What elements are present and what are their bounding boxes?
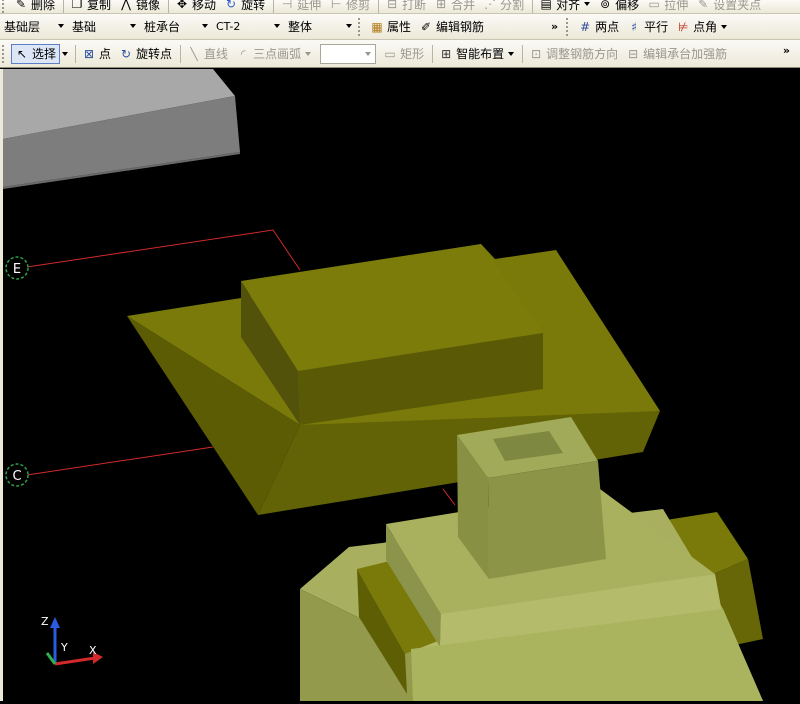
mirror-button[interactable]: ⋀ 镜像: [116, 0, 163, 13]
rotate-point-button[interactable]: ↻ 旋转点: [116, 44, 175, 64]
edit-cap-reinforcement-button[interactable]: ⊟ 编辑承台加强筋: [623, 44, 730, 64]
axis-bubble-e[interactable]: E: [5, 256, 29, 280]
copy-button[interactable]: ❐ 复制: [67, 0, 114, 13]
properties-button[interactable]: ▦ 属性: [367, 17, 414, 37]
chevron-down-icon: [346, 23, 352, 28]
scope-select[interactable]: 整体: [284, 17, 356, 37]
chevron-down-icon: [721, 24, 728, 29]
align-button[interactable]: ▤ 对齐: [536, 0, 593, 13]
drawing-toolbar: ↖ 选择 ⊠ 点 ↻ 旋转点 ╲ 直线 ◜ 三点画弧 ▭ 矩形 ⊞ 智能布置 ⊡ 调整钢筋方向 …: [0, 40, 800, 68]
move-button[interactable]: ✥ 移动: [172, 0, 219, 13]
rebar-pencil-icon: ✐: [420, 19, 432, 34]
gizmo-z-label: Z: [41, 615, 49, 628]
component-name-select[interactable]: CT-2: [212, 17, 284, 37]
cap-rebar-icon: ⊟: [628, 46, 639, 61]
three-point-arc-button[interactable]: ◜ 三点画弧: [233, 44, 314, 64]
stretch-button[interactable]: ▭ 拉伸: [644, 0, 691, 13]
arc-icon: ◜: [240, 46, 246, 61]
line-icon: ╲: [190, 46, 198, 61]
delete-button[interactable]: ✎ 删除: [11, 0, 58, 13]
trim-icon: ⊢: [330, 0, 342, 11]
parallel-button[interactable]: ♯ 平行: [624, 17, 671, 37]
gizmo-x-label: X: [89, 644, 97, 657]
offset-button[interactable]: ⊚ 偏移: [595, 0, 642, 13]
point-angle-button[interactable]: ⊭ 点角: [673, 17, 730, 37]
rotate-point-icon: ↻: [121, 46, 132, 61]
line-button[interactable]: ╲ 直线: [184, 44, 231, 64]
grey-slab[interactable]: [3, 69, 240, 189]
rotate-button[interactable]: ↻ 旋转: [221, 0, 268, 13]
floor-select[interactable]: 基础层: [0, 17, 68, 37]
smart-layout-icon: ⊞: [441, 46, 452, 61]
point-box-icon: ⊠: [83, 46, 95, 61]
properties-icon: ▦: [371, 19, 383, 34]
pencil-icon: ✎: [698, 0, 709, 11]
edit-toolbar: ✎ 删除 ❐ 复制 ⋀ 镜像 ✥ 移动 ↻ 旋转 ⊣ 延伸 ⊢ 修剪 ⊟ 打断 ⊞ 合并 ⋰ 分割 …: [0, 0, 800, 14]
chevron-down-icon: [305, 51, 312, 56]
extend-icon: ⊣: [281, 0, 293, 11]
chevron-down-icon: [58, 23, 64, 28]
scene: E C Z Y X: [3, 69, 763, 701]
smart-layout-button[interactable]: ⊞ 智能布置: [436, 44, 517, 64]
axis-bubble-c[interactable]: C: [5, 463, 29, 487]
cursor-arrow-icon: ↖: [16, 46, 28, 61]
extend-button[interactable]: ⊣ 延伸: [277, 0, 324, 13]
category-select[interactable]: 基础: [68, 17, 140, 37]
copy-icon: ❐: [71, 0, 83, 11]
component-type-select[interactable]: 桩承台: [140, 17, 212, 37]
split-button[interactable]: ⋰ 分割: [480, 0, 527, 13]
stretch-icon: ▭: [648, 0, 660, 11]
adjust-rebar-direction-button[interactable]: ⊡ 调整钢筋方向: [526, 44, 621, 64]
edit-rebar-button[interactable]: ✐ 编辑钢筋: [416, 17, 487, 37]
axis-gizmo: Z Y X: [41, 615, 103, 666]
two-point-icon: #: [580, 19, 591, 34]
select-dropdown-icon[interactable]: [62, 51, 69, 56]
rotate-icon: ↻: [226, 0, 237, 11]
move-icon: ✥: [177, 0, 188, 11]
offset-icon: ⊚: [600, 0, 611, 11]
chevron-down-icon: [584, 2, 591, 6]
rectangle-icon: ▭: [384, 46, 396, 61]
select-button[interactable]: ↖ 选择: [11, 43, 61, 64]
chevron-down-icon: [274, 23, 280, 28]
point-button[interactable]: ⊠ 点: [79, 44, 114, 64]
chevron-down-icon: [202, 23, 208, 28]
mirror-icon: ⋀: [121, 0, 131, 11]
toolbar-overflow-icon[interactable]: »: [783, 44, 790, 57]
break-icon: ⊟: [387, 0, 398, 11]
parallel-icon: ♯: [631, 19, 638, 34]
break-button[interactable]: ⊟ 打断: [382, 0, 429, 13]
3d-viewport[interactable]: E C Z Y X: [3, 69, 800, 701]
align-icon: ▤: [540, 0, 552, 11]
two-point-button[interactable]: # 两点: [575, 17, 622, 37]
point-angle-icon: ⊭: [677, 19, 689, 34]
axis-label-e: E: [13, 262, 21, 277]
rectangle-button[interactable]: ▭ 矩形: [380, 44, 427, 64]
rebar-direction-icon: ⊡: [531, 46, 542, 61]
trim-button[interactable]: ⊢ 修剪: [326, 0, 373, 13]
delete-icon: ✎: [15, 0, 27, 11]
arc-param-select[interactable]: [320, 43, 377, 64]
toolbar-overflow-icon[interactable]: »: [551, 20, 558, 33]
split-icon: ⋰: [484, 0, 497, 11]
chevron-down-icon: [365, 51, 372, 56]
gizmo-y-label: Y: [60, 641, 68, 654]
merge-button[interactable]: ⊞ 合并: [431, 0, 478, 13]
component-toolbar: 基础层 基础 桩承台 CT-2 整体 ▦ 属性 ✐ 编辑钢筋 » # 两点 ♯ 平行 ⊭…: [0, 14, 800, 40]
merge-icon: ⊞: [436, 0, 447, 11]
chevron-down-icon: [508, 51, 515, 56]
axis-label-c: C: [12, 469, 21, 484]
set-grip-point-button[interactable]: ✎ 设置夹点: [693, 0, 764, 13]
chevron-down-icon: [130, 23, 136, 28]
toolbar-grip[interactable]: [2, 0, 7, 13]
